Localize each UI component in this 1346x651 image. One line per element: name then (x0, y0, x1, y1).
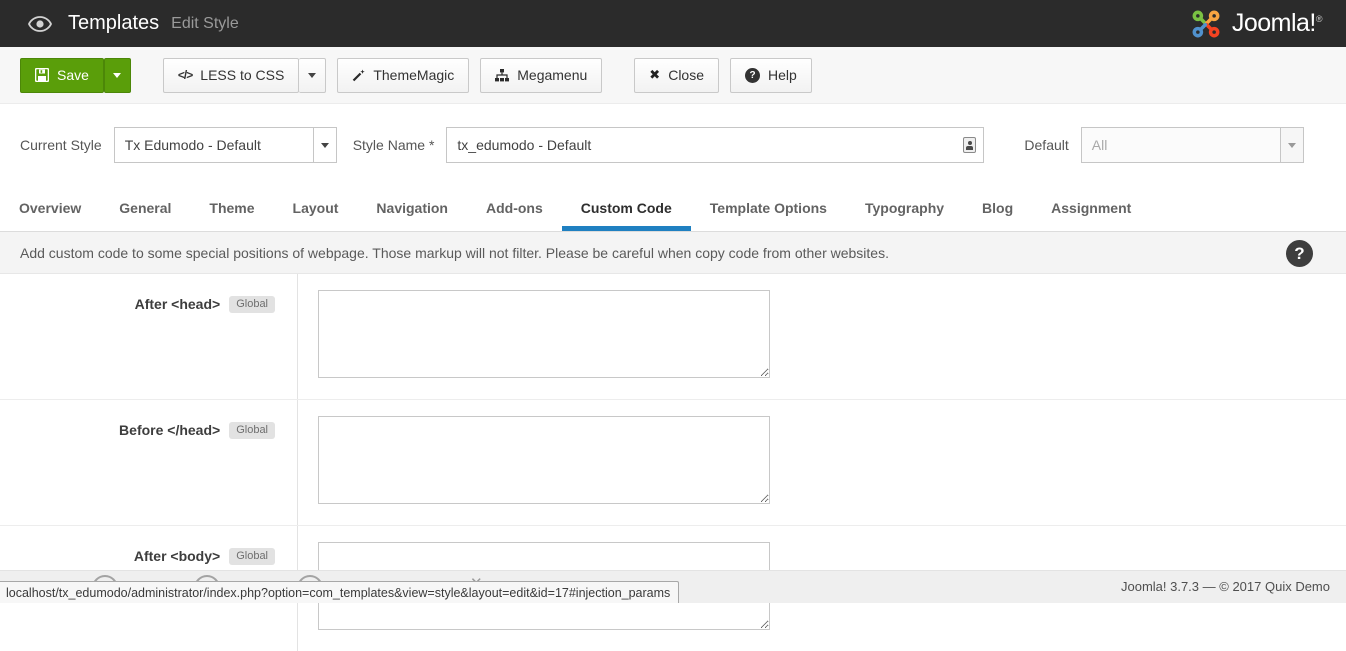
global-badge[interactable]: Global (229, 548, 275, 565)
joomla-logo-text: Joomla!® (1231, 9, 1323, 37)
joomla-edit-style-page: { "header": { "title": "Templates", "sub… (0, 0, 1346, 651)
current-style-select[interactable]: Tx Edumodo - Default (113, 127, 337, 163)
close-button-label: Close (668, 67, 704, 83)
tab-navigation[interactable]: Navigation (357, 186, 467, 231)
style-name-input[interactable] (446, 127, 985, 163)
less-to-css-dropdown-toggle[interactable] (299, 57, 327, 93)
status-url-text: localhost/tx_edumodo/administrator/index… (6, 585, 671, 600)
tab-assignment[interactable]: Assignment (1032, 186, 1150, 231)
tab-typography[interactable]: Typography (846, 186, 963, 231)
floppy-disk-icon (35, 68, 49, 82)
help-button-label: Help (768, 67, 797, 83)
password-manager-icon[interactable] (963, 137, 977, 153)
joomla-version-text: Joomla! 3.7.3 — © 2017 Quix Demo (1120, 579, 1330, 594)
tab-template-options[interactable]: Template Options (691, 186, 846, 231)
browser-status-url: localhost/tx_edumodo/administrator/index… (0, 581, 680, 603)
tab-add-ons[interactable]: Add-ons (467, 186, 562, 231)
save-button-group: Save (20, 57, 131, 93)
tab-blog[interactable]: Blog (963, 186, 1032, 231)
caret-down-icon (113, 72, 122, 78)
current-style-label: Current Style (20, 137, 102, 153)
preview-eye-icon[interactable] (28, 15, 52, 32)
toolbar: Save </> LESS to CSS ThemeMagic Megamenu (0, 47, 1346, 104)
before-head-close-label: Before </head> (119, 422, 221, 438)
tab-layout[interactable]: Layout (274, 186, 358, 231)
global-badge[interactable]: Global (229, 296, 275, 313)
settings-tabs: Overview General Theme Layout Navigation… (0, 186, 1346, 232)
field-row-after-head: After <head> Global (0, 274, 1346, 400)
caret-down-icon (320, 142, 329, 148)
sitemap-icon (495, 68, 510, 81)
page-title: Templates (68, 12, 160, 34)
after-head-label: After <head> (134, 296, 221, 312)
code-icon: </> (177, 68, 193, 82)
field-label-column: After <head> Global (0, 274, 298, 399)
less-to-css-label: LESS to CSS (200, 67, 285, 83)
style-name-field-wrap (446, 127, 985, 163)
save-dropdown-toggle[interactable] (103, 57, 131, 93)
close-icon: ✖ (649, 67, 661, 82)
caret-down-icon (308, 72, 317, 78)
current-style-value: Tx Edumodo - Default (124, 137, 261, 153)
megamenu-button[interactable]: Megamenu (480, 57, 603, 93)
help-icon: ? (745, 67, 760, 83)
registered-mark: ® (1315, 14, 1323, 24)
magic-wand-icon (353, 69, 366, 81)
current-style-caret-button[interactable] (312, 128, 336, 162)
less-to-css-group: </> LESS to CSS (162, 57, 327, 93)
field-input-column (298, 400, 770, 525)
tab-general[interactable]: General (100, 186, 190, 231)
field-label-column: Before </head> Global (0, 400, 298, 525)
page-subtitle: Edit Style (171, 14, 239, 32)
megamenu-label: Megamenu (517, 67, 588, 83)
thememagic-label: ThemeMagic (373, 67, 455, 83)
tab-custom-code[interactable]: Custom Code (562, 186, 691, 231)
save-button[interactable]: Save (20, 57, 104, 93)
after-body-label: After <body> (133, 548, 221, 564)
style-settings-bar: Current Style Tx Edumodo - Default Style… (0, 104, 1346, 186)
notice-text: Add custom code to some special position… (20, 244, 889, 261)
joomla-logo: Joomla!® (1189, 7, 1328, 41)
field-input-column (298, 274, 770, 399)
help-button[interactable]: ? Help (730, 57, 812, 93)
before-head-close-textarea[interactable] (318, 416, 770, 504)
caret-down-icon (1287, 142, 1296, 148)
close-button[interactable]: ✖ Close (634, 57, 719, 93)
save-button-label: Save (57, 67, 89, 83)
notice-help-icon[interactable]: ? (1286, 240, 1313, 267)
style-name-label: Style Name * (352, 137, 435, 153)
admin-header: Templates Edit Style Joomla!® (0, 0, 1346, 47)
field-row-before-head-close: Before </head> Global (0, 400, 1346, 526)
tab-overview[interactable]: Overview (0, 186, 100, 231)
after-head-textarea[interactable] (318, 290, 770, 378)
custom-code-notice: Add custom code to some special position… (0, 232, 1346, 274)
default-select[interactable]: All (1080, 127, 1304, 163)
global-badge[interactable]: Global (229, 422, 275, 439)
joomla-logo-icon (1192, 10, 1220, 37)
default-select-value: All (1091, 137, 1108, 153)
thememagic-button[interactable]: ThemeMagic (337, 57, 470, 93)
tab-theme[interactable]: Theme (190, 186, 273, 231)
default-label: Default (1024, 137, 1069, 153)
less-to-css-button[interactable]: </> LESS to CSS (162, 57, 300, 93)
default-select-caret-button[interactable] (1279, 128, 1303, 162)
